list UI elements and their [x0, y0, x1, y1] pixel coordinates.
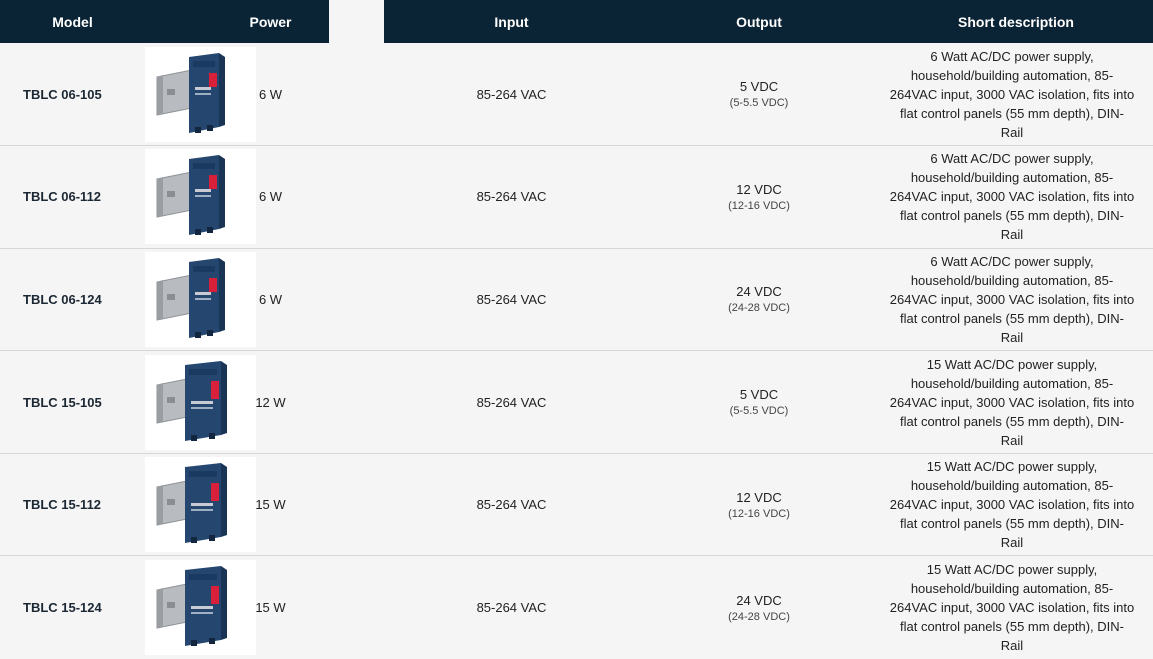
- power-cell: 6 W: [212, 248, 329, 351]
- power-cell: 12 W: [212, 351, 329, 454]
- input-cell: 85-264 VAC: [384, 146, 639, 249]
- description-cell: 15 Watt AC/DC power supply, household/bu…: [879, 556, 1153, 659]
- input-value: 85-264 VAC: [476, 86, 547, 102]
- table-row[interactable]: TBLC 15-112 15 W 85-264 VAC 12 VDC (12-1…: [0, 453, 1153, 556]
- input-value: 85-264 VAC: [476, 291, 547, 307]
- header-short-description[interactable]: Short description: [879, 0, 1153, 43]
- header-output[interactable]: Output: [639, 0, 879, 43]
- output-cell: 5 VDC (5-5.5 VDC): [639, 351, 879, 454]
- output-range: (5-5.5 VDC): [729, 97, 789, 110]
- table-body: TBLC 06-105 6 W 85-264 VAC 5 VDC (5-5.5 …: [0, 43, 1153, 659]
- output-value: 5 VDC: [739, 387, 779, 403]
- output-value: 12 VDC: [736, 489, 782, 505]
- header-input[interactable]: Input: [384, 0, 639, 43]
- power-value: 15 W: [255, 497, 286, 513]
- power-cell: 6 W: [212, 43, 329, 146]
- short-description: 15 Watt AC/DC power supply, household/bu…: [889, 562, 1135, 654]
- product-table: Model Power Input Output Short descripti…: [0, 0, 1153, 659]
- output-range: (24-28 VDC): [728, 302, 790, 315]
- input-cell: 85-264 VAC: [384, 43, 639, 146]
- power-value: 6 W: [258, 291, 283, 307]
- short-description: 6 Watt AC/DC power supply, household/bui…: [889, 151, 1135, 243]
- output-range: (12-16 VDC): [728, 199, 790, 212]
- input-cell: 85-264 VAC: [384, 351, 639, 454]
- output-cell: 24 VDC (24-28 VDC): [639, 556, 879, 659]
- model-name[interactable]: TBLC 06-105: [23, 87, 102, 102]
- model-cell[interactable]: TBLC 06-112: [0, 146, 145, 249]
- input-value: 85-264 VAC: [476, 189, 547, 205]
- output-value: 24 VDC: [736, 284, 782, 300]
- input-cell: 85-264 VAC: [384, 556, 639, 659]
- table-row[interactable]: TBLC 06-105 6 W 85-264 VAC 5 VDC (5-5.5 …: [0, 43, 1153, 146]
- header-row: Model Power Input Output Short descripti…: [0, 0, 1153, 43]
- description-cell: 6 Watt AC/DC power supply, household/bui…: [879, 43, 1153, 146]
- input-cell: 85-264 VAC: [384, 453, 639, 556]
- output-value: 5 VDC: [739, 79, 779, 95]
- short-description: 15 Watt AC/DC power supply, household/bu…: [889, 459, 1135, 551]
- description-cell: 6 Watt AC/DC power supply, household/bui…: [879, 248, 1153, 351]
- power-value: 6 W: [258, 86, 283, 102]
- input-cell: 85-264 VAC: [384, 248, 639, 351]
- output-value: 12 VDC: [736, 181, 782, 197]
- input-value: 85-264 VAC: [476, 394, 547, 410]
- header-power[interactable]: Power: [212, 0, 329, 43]
- model-cell[interactable]: TBLC 15-105: [0, 351, 145, 454]
- description-cell: 15 Watt AC/DC power supply, household/bu…: [879, 351, 1153, 454]
- power-cell: 6 W: [212, 146, 329, 249]
- power-value: 15 W: [255, 600, 286, 616]
- model-name[interactable]: TBLC 15-112: [23, 497, 101, 512]
- description-cell: 15 Watt AC/DC power supply, household/bu…: [879, 453, 1153, 556]
- model-cell[interactable]: TBLC 06-124: [0, 248, 145, 351]
- short-description: 6 Watt AC/DC power supply, household/bui…: [889, 48, 1135, 140]
- model-cell[interactable]: TBLC 06-105: [0, 43, 145, 146]
- output-range: (12-16 VDC): [728, 507, 790, 520]
- model-name[interactable]: TBLC 06-124: [23, 292, 102, 307]
- table-row[interactable]: TBLC 06-124 6 W 85-264 VAC 24 VDC (24-28…: [0, 248, 1153, 351]
- output-cell: 12 VDC (12-16 VDC): [639, 146, 879, 249]
- model-name[interactable]: TBLC 15-124: [23, 600, 102, 615]
- output-value: 24 VDC: [736, 592, 782, 608]
- short-description: 15 Watt AC/DC power supply, household/bu…: [889, 356, 1135, 448]
- model-cell[interactable]: TBLC 15-112: [0, 453, 145, 556]
- model-cell[interactable]: TBLC 15-124: [0, 556, 145, 659]
- model-name[interactable]: TBLC 15-105: [23, 395, 102, 410]
- output-cell: 12 VDC (12-16 VDC): [639, 453, 879, 556]
- short-description: 6 Watt AC/DC power supply, household/bui…: [889, 253, 1135, 345]
- power-cell: 15 W: [212, 453, 329, 556]
- power-cell: 15 W: [212, 556, 329, 659]
- table-row[interactable]: TBLC 06-112 6 W 85-264 VAC 12 VDC (12-16…: [0, 146, 1153, 249]
- power-value: 6 W: [258, 189, 283, 205]
- table-row[interactable]: TBLC 15-124 15 W 85-264 VAC 24 VDC (24-2…: [0, 556, 1153, 659]
- output-range: (24-28 VDC): [728, 610, 790, 623]
- input-value: 85-264 VAC: [476, 497, 547, 513]
- power-value: 12 W: [255, 394, 286, 410]
- table-header: Model Power Input Output Short descripti…: [0, 0, 1153, 43]
- table-row[interactable]: TBLC 15-105 12 W 85-264 VAC 5 VDC (5-5.5…: [0, 351, 1153, 454]
- model-name[interactable]: TBLC 06-112: [23, 189, 101, 204]
- output-range: (5-5.5 VDC): [729, 405, 789, 418]
- output-cell: 5 VDC (5-5.5 VDC): [639, 43, 879, 146]
- output-cell: 24 VDC (24-28 VDC): [639, 248, 879, 351]
- input-value: 85-264 VAC: [476, 600, 547, 616]
- header-model[interactable]: Model: [0, 0, 145, 43]
- description-cell: 6 Watt AC/DC power supply, household/bui…: [879, 146, 1153, 249]
